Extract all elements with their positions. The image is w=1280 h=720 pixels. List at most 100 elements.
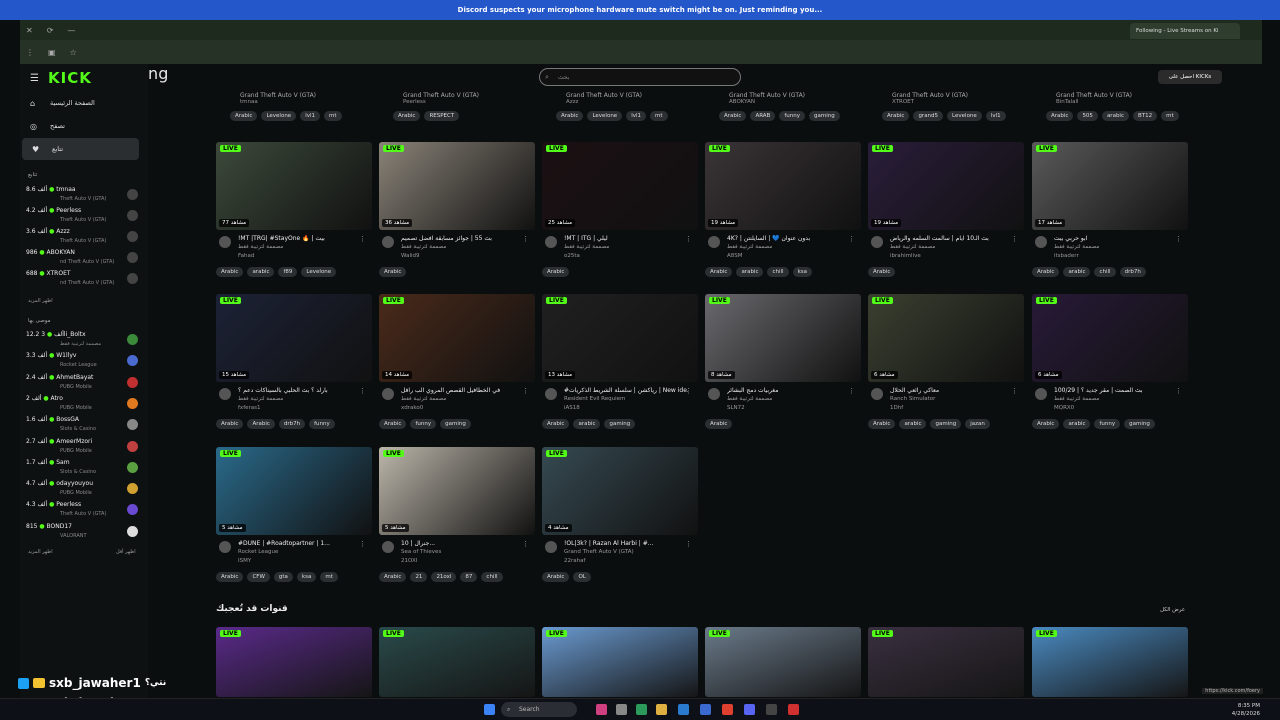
discord-icon[interactable]	[744, 704, 755, 715]
stream-category[interactable]: مصممة لترتيبة فقط	[1054, 244, 1099, 250]
nav-item[interactable]: ♥ تتابع	[22, 138, 139, 160]
recommended-channel[interactable]: 1.6 ألف ● BossGA Slots & Casino	[26, 416, 138, 436]
streamer-avatar[interactable]	[545, 236, 557, 248]
star-icon[interactable]: ☆	[70, 48, 77, 57]
streamer-name[interactable]: A8SM	[727, 253, 743, 259]
tag-chip[interactable]: RESPECT	[424, 111, 460, 121]
stream-category[interactable]: مصممة لترتيبة فقط	[727, 396, 772, 402]
streamer-name[interactable]: 21OXI	[401, 558, 417, 564]
tag-chip[interactable]: arabic	[1101, 111, 1129, 121]
stream-thumbnail[interactable]: LIVE	[216, 627, 372, 697]
stream-title[interactable]: !MT |TRG| #StayOne 🔥 | بيت	[238, 235, 362, 242]
tag-chip[interactable]: Arabic	[230, 111, 258, 121]
stream-card[interactable]: LIVE 77 مشاهد !MT |TRG| #StayOne 🔥 | بيت مص…	[216, 142, 372, 277]
more-options-icon[interactable]: ⋮	[848, 235, 855, 243]
recommended-channel[interactable]: 1.7 ألف ● Sam Slots & Casino	[26, 459, 138, 479]
menu-icon[interactable]: ⋮	[26, 48, 34, 57]
tag-chip[interactable]: gaming	[604, 419, 636, 429]
stream-thumbnail[interactable]: LIVE	[542, 627, 698, 697]
tag-chip[interactable]: Levelone	[261, 111, 297, 121]
tag-chip[interactable]: f89	[278, 267, 298, 277]
tag-chip[interactable]: Arabic	[882, 111, 910, 121]
hamburger-icon[interactable]: ☰	[30, 73, 39, 84]
stream-title[interactable]: 4K? | بدون عنوان 💙 | السايلنتن	[727, 235, 851, 242]
show-less-link[interactable]: اظهر أقل	[116, 549, 136, 555]
stream-card[interactable]: LIVE 19 مشاهد بث الـ10 ايام | سالمت السلمه…	[868, 142, 1024, 277]
more-options-icon[interactable]: ⋮	[359, 540, 366, 548]
stream-thumbnail[interactable]: LIVE 25 مشاهد	[542, 142, 698, 230]
streamer-name[interactable]: fxferas1	[238, 405, 261, 411]
tag-chip[interactable]: mt	[324, 111, 342, 121]
more-options-icon[interactable]: ⋮	[359, 387, 366, 395]
more-options-icon[interactable]: ⋮	[1175, 387, 1182, 395]
tag-chip[interactable]: Arabic	[216, 419, 244, 429]
recommended-channel[interactable]: 12.2 ألف ● 3li_Boltx مصممة لترتيبة فقط	[26, 331, 138, 351]
streamer-avatar[interactable]	[382, 236, 394, 248]
recommended-channel[interactable]: 815 ● BOND17 VALORANT	[26, 523, 138, 543]
store-icon[interactable]	[700, 704, 711, 715]
stream-thumbnail[interactable]: LIVE 15 مشاهد	[216, 294, 372, 382]
recommended-channel[interactable]: 3.3 ألف ● W1llyv Rocket League	[26, 352, 138, 372]
tag-chip[interactable]: Arabic	[1046, 111, 1074, 121]
tag-chip[interactable]: Levelone	[587, 111, 623, 121]
stream-thumbnail[interactable]: LIVE 19 مشاهد	[868, 142, 1024, 230]
more-options-icon[interactable]: ⋮	[1175, 235, 1182, 243]
show-more-link[interactable]: اظهر المزيد	[28, 298, 53, 304]
tag-chip[interactable]: Arabic	[216, 267, 244, 277]
stream-thumbnail[interactable]: LIVE 5 مشاهد	[379, 447, 535, 535]
streamer-avatar[interactable]	[871, 236, 883, 248]
streamer-name[interactable]: Fahad	[238, 253, 254, 259]
recommended-channel[interactable]: 2.7 ألف ● AmeerMzori PUBG Mobile	[26, 438, 138, 458]
streamer-avatar[interactable]	[382, 541, 394, 553]
streamer-name[interactable]: itsbaderr	[1054, 253, 1079, 259]
top-stream-card[interactable]: Grand Theft Auto V (GTA) tmnaa Arabic Level…	[230, 92, 342, 121]
tag-chip[interactable]: chill	[481, 572, 503, 582]
tag-chip[interactable]: Arabic	[1032, 419, 1060, 429]
tag-chip[interactable]: 21	[410, 572, 428, 582]
system-clock[interactable]: 8:35 PM 4/28/2026	[1232, 702, 1260, 718]
tag-chip[interactable]: jazan	[965, 419, 990, 429]
streamer-avatar[interactable]	[382, 388, 394, 400]
folder-icon[interactable]	[656, 704, 667, 715]
tag-chip[interactable]: ksa	[792, 267, 813, 277]
tag-chip[interactable]: Arabic	[556, 111, 584, 121]
stream-card[interactable]: LIVE 25 مشاهد !MT | ITG | ليلي مصممة لترتيب…	[542, 142, 698, 277]
stream-title[interactable]: في الخطافيل القصص المروي الب رافل	[401, 387, 525, 394]
top-stream-card[interactable]: Grand Theft Auto V (GTA) ABOKYAN Arabic ARA…	[719, 92, 840, 121]
streamer-name[interactable]: ISMY	[238, 558, 251, 564]
tag-chip[interactable]: drb7h	[1119, 267, 1146, 277]
stream-title[interactable]: !OL|3k? | Razan Al Harbi | #...	[564, 540, 688, 547]
chrome-icon[interactable]	[722, 704, 733, 715]
tag-chip[interactable]: Arabic	[393, 111, 421, 121]
tag-chip[interactable]: Arabic	[542, 419, 570, 429]
top-stream-card[interactable]: Grand Theft Auto V (GTA) XTROET Arabic gran…	[882, 92, 1006, 121]
stream-title[interactable]: جنرال | 10...	[401, 540, 525, 547]
browser-tab[interactable]: Following - Live Streams on Ki	[1130, 23, 1240, 39]
streamer-avatar[interactable]	[708, 236, 720, 248]
recommended-stream-card[interactable]: LIVE	[542, 627, 698, 697]
stream-thumbnail[interactable]: LIVE 5 مشاهد	[216, 447, 372, 535]
tag-chip[interactable]: chill	[767, 267, 789, 277]
streamer-name[interactable]: 22rahaf	[564, 558, 585, 564]
stream-card[interactable]: LIVE 17 مشاهد ابو حربي بيت مصممة لترتيبة فق…	[1032, 142, 1188, 277]
recommended-stream-card[interactable]: LIVE	[868, 627, 1024, 697]
stream-category[interactable]: مصممة لترتيبة فقط	[238, 396, 283, 402]
stream-category[interactable]: مصممة لترتيبة فقط	[1054, 396, 1099, 402]
stream-title[interactable]: بارلد ؟ بث الحلبي بالسيناكات دعم ؟	[238, 387, 362, 394]
tag-chip[interactable]: mt	[1161, 111, 1179, 121]
tag-chip[interactable]: ARAB	[750, 111, 776, 121]
streamer-avatar[interactable]	[545, 541, 557, 553]
tag-chip[interactable]: drb7h	[278, 419, 306, 429]
stream-thumbnail[interactable]: LIVE 14 مشاهد	[379, 294, 535, 382]
following-channel[interactable]: 4.2 ألف ● Peerless Theft Auto V (GTA)	[26, 207, 138, 227]
streamer-name[interactable]: MQRX0	[1054, 405, 1074, 411]
tag-chip[interactable]: 87	[460, 572, 478, 582]
streamer-avatar[interactable]	[545, 388, 557, 400]
tag-chip[interactable]: grand5	[913, 111, 944, 121]
tag-chip[interactable]: Arabic	[542, 572, 570, 582]
tag-chip[interactable]: ksa	[296, 572, 317, 582]
stream-category[interactable]: مصممة لترتيبة فقط	[890, 244, 935, 250]
more-options-icon[interactable]: ⋮	[685, 387, 692, 395]
tag-chip[interactable]: gaming	[930, 419, 962, 429]
stream-category[interactable]: Grand Theft Auto V (GTA)	[564, 549, 634, 555]
